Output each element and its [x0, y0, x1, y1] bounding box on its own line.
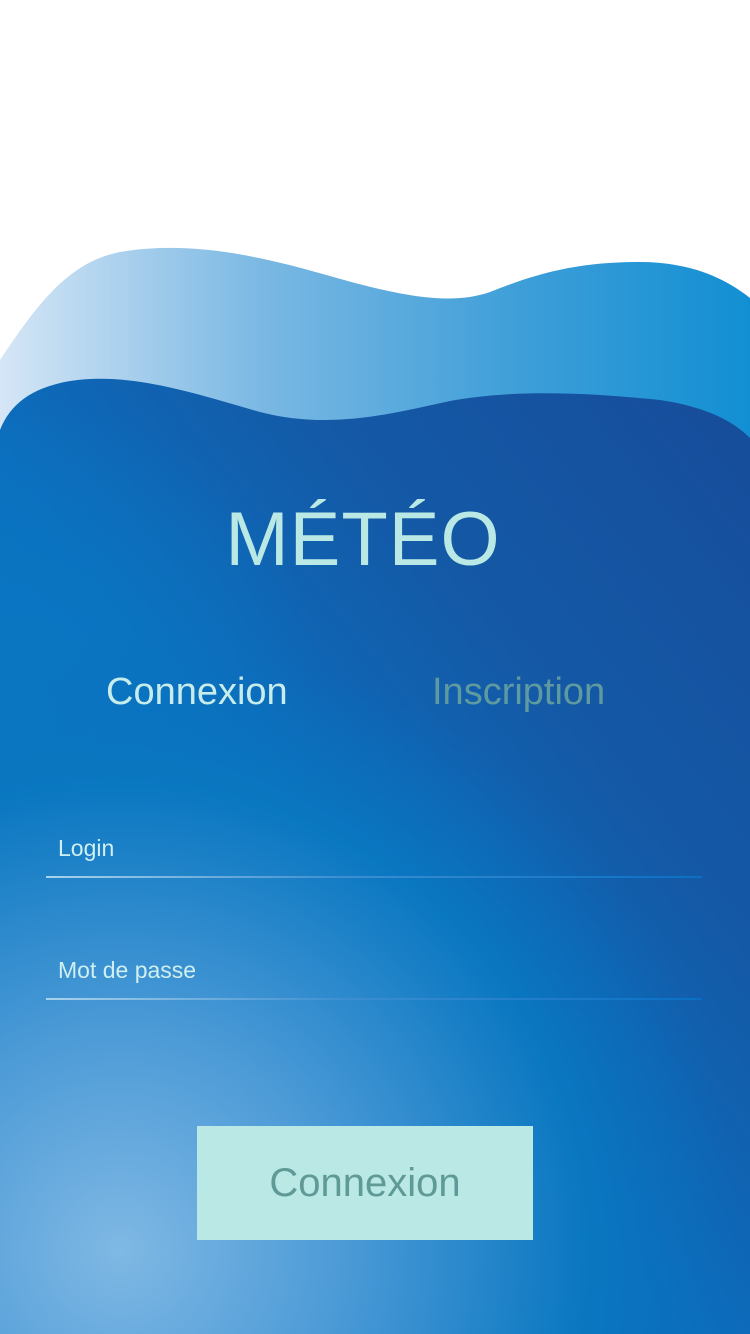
- login-input[interactable]: [58, 828, 688, 868]
- tab-inscription[interactable]: Inscription: [432, 668, 605, 716]
- password-input[interactable]: [58, 950, 688, 990]
- connexion-button[interactable]: Connexion: [197, 1126, 533, 1240]
- login-field: [46, 822, 702, 878]
- password-field: [46, 944, 702, 1000]
- login-screen: MÉTÉO Connexion Inscription Connexion: [0, 0, 750, 1334]
- login-underline: [46, 876, 702, 878]
- app-title: MÉTÉO: [225, 497, 501, 582]
- tab-connexion[interactable]: Connexion: [106, 668, 288, 716]
- password-underline: [46, 998, 702, 1000]
